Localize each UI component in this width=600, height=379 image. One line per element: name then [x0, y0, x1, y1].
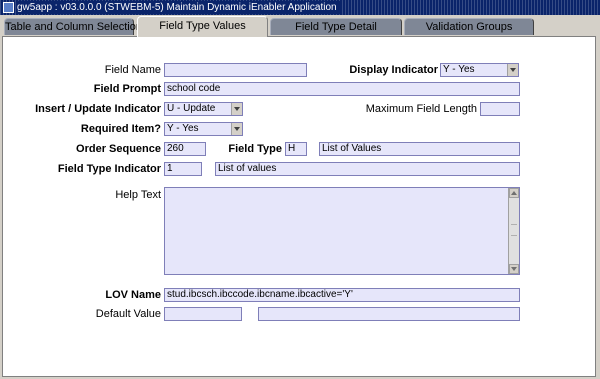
app-icon	[3, 2, 14, 13]
lov-name-input[interactable]: stud.ibcsch.ibccode.ibcname.ibcactive='Y…	[164, 288, 520, 302]
default-value-label: Default Value	[95, 308, 161, 320]
tab-bar: Table and Column Selection Field Type Va…	[0, 16, 600, 37]
display-indicator-value: Y - Yes	[443, 64, 475, 75]
help-text-scrollbar[interactable]	[508, 188, 519, 274]
display-indicator-select[interactable]: Y - Yes	[440, 63, 519, 77]
title-bar: gw5app : v03.0.0.0 (STWEBM-5) Maintain D…	[0, 0, 600, 15]
field-type-indicator-description: List of values	[215, 162, 520, 176]
default-value-input[interactable]	[164, 307, 242, 321]
required-item-label: Required Item?	[80, 123, 161, 135]
display-indicator-label: Display Indicator	[349, 64, 438, 76]
field-name-label: Field Name	[104, 64, 161, 76]
tab-validation-groups[interactable]: Validation Groups	[404, 18, 534, 35]
chevron-down-icon[interactable]	[507, 64, 518, 76]
field-prompt-label: Field Prompt	[93, 83, 161, 95]
help-text-area[interactable]	[164, 187, 520, 275]
default-value-description	[258, 307, 520, 321]
insert-update-indicator-select[interactable]: U - Update	[164, 102, 243, 116]
field-prompt-input[interactable]: school code	[164, 82, 520, 96]
scroll-down-icon[interactable]	[509, 264, 519, 274]
field-type-description: List of Values	[319, 142, 520, 156]
maximum-field-length-input[interactable]	[480, 102, 520, 116]
scroll-up-icon[interactable]	[509, 188, 519, 198]
insert-update-indicator-label: Insert / Update Indicator	[35, 103, 161, 115]
tab-table-and-column-selection[interactable]: Table and Column Selection	[4, 18, 142, 35]
chevron-down-icon[interactable]	[231, 103, 242, 115]
field-name-input[interactable]	[164, 63, 307, 77]
field-type-label: Field Type	[228, 143, 282, 155]
required-item-select[interactable]: Y - Yes	[164, 122, 243, 136]
order-sequence-input[interactable]: 260	[164, 142, 206, 156]
order-sequence-label: Order Sequence	[76, 143, 161, 155]
field-type-indicator-label: Field Type Indicator	[57, 163, 161, 175]
window-title: gw5app : v03.0.0.0 (STWEBM-5) Maintain D…	[17, 1, 341, 14]
tab-field-type-detail[interactable]: Field Type Detail	[270, 18, 402, 35]
insert-update-indicator-value: U - Update	[167, 103, 216, 114]
scroll-grip[interactable]	[511, 224, 517, 236]
field-type-indicator-input[interactable]: 1	[164, 162, 202, 176]
field-type-code-input[interactable]: H	[285, 142, 307, 156]
maximum-field-length-label: Maximum Field Length	[365, 103, 477, 115]
lov-name-label: LOV Name	[105, 289, 161, 301]
chevron-down-icon[interactable]	[231, 123, 242, 135]
help-text-label: Help Text	[115, 189, 161, 201]
required-item-value: Y - Yes	[167, 123, 199, 134]
tab-field-type-values[interactable]: Field Type Values	[137, 16, 268, 37]
